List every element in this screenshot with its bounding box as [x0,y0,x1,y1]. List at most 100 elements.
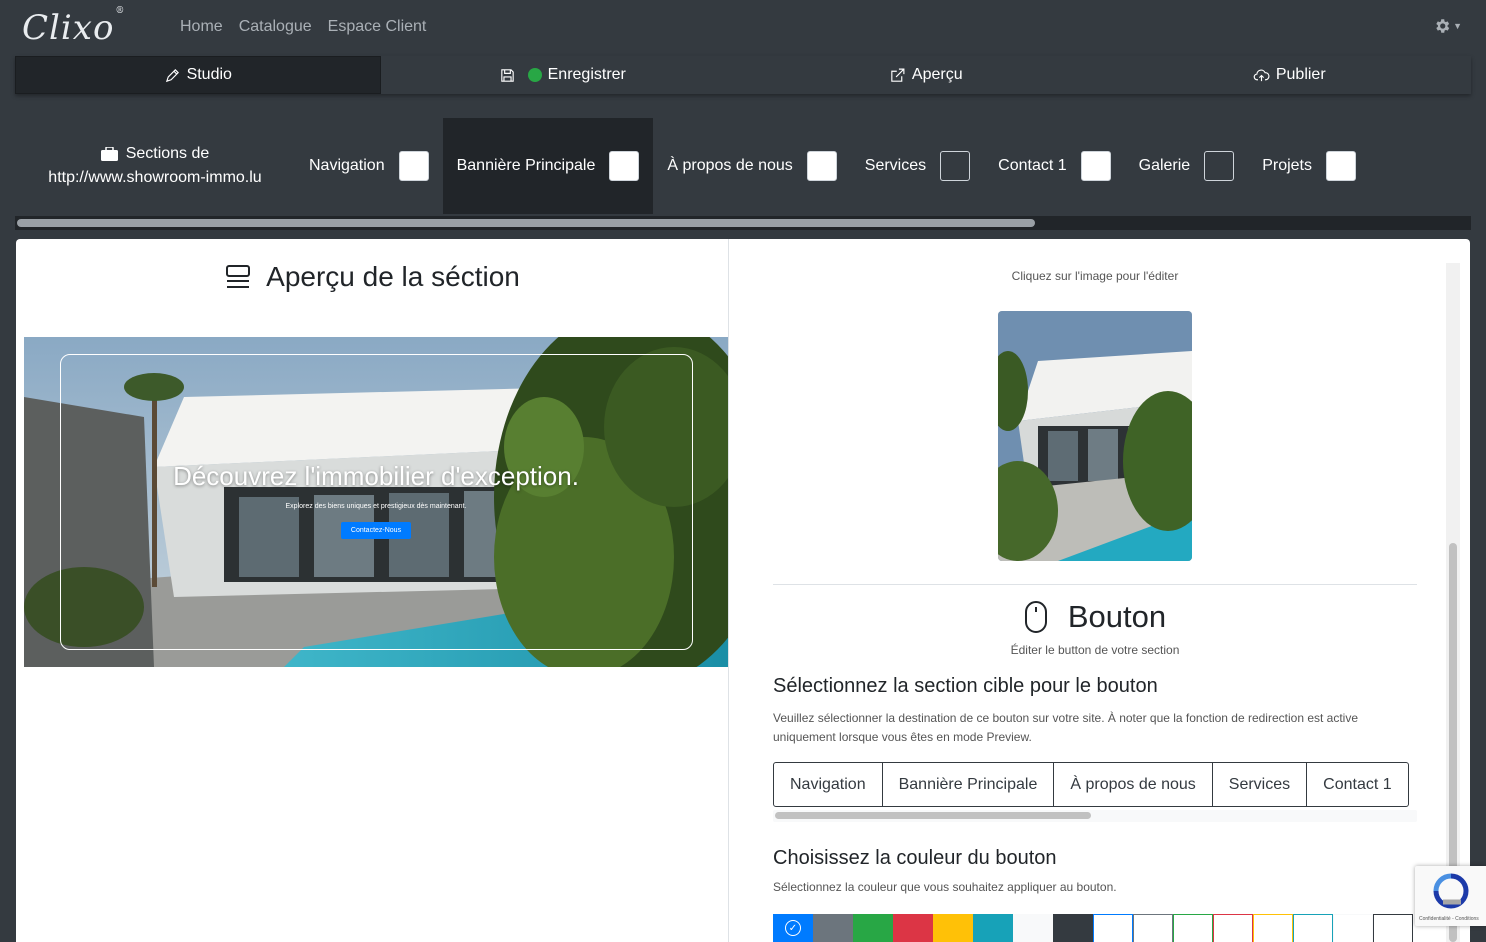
section-tab-label: À propos de nous [667,157,793,174]
target-option-navigation[interactable]: Navigation [774,763,883,806]
chevron-down-icon: ▼ [1453,21,1462,31]
section-checkbox[interactable] [1080,151,1111,181]
color-swatch[interactable]: ✓ [773,914,813,942]
main-nav: Home Catalogue Espace Client [180,18,426,36]
section-tab-label: Projets [1262,157,1312,174]
color-swatch[interactable] [1013,914,1053,942]
color-swatch[interactable] [813,914,853,942]
gear-icon [1436,19,1450,33]
banner-title: Découvrez l'immobilier d'exception. [173,461,579,491]
target-heading: Sélectionnez la section cible pour le bo… [773,675,1158,697]
external-link-icon [891,68,905,82]
preview-heading-label: Aperçu de la séction [266,261,520,292]
outline-color-swatch[interactable] [1133,914,1173,942]
color-swatch[interactable] [973,914,1013,942]
nav-link-catalogue[interactable]: Catalogue [239,18,312,36]
outline-color-swatch[interactable] [1293,914,1333,942]
pencil-icon [165,68,179,82]
section-tab-label: Bannière Principale [456,157,596,174]
banner-frame [60,354,693,650]
recaptcha-badge[interactable]: Confidentialité - Conditions [1415,866,1486,926]
section-checkbox[interactable] [1326,151,1356,181]
nav-link-home[interactable]: Home [180,18,223,36]
color-heading: Choisissez la couleur du bouton [773,847,1057,869]
main-panel: Aperçu de la séction Découvrez l'immobil… [16,239,1470,942]
target-option-banniere[interactable]: Bannière Principale [883,763,1055,806]
editor-separator [773,584,1417,585]
studio-label: Studio [186,66,232,83]
color-description: Sélectionnez la couleur que vous souhait… [773,880,1117,894]
save-label: Enregistrer [547,66,626,83]
section-checkbox[interactable] [1204,151,1235,181]
selected-check-icon: ✓ [785,920,801,936]
target-option-a-propos[interactable]: À propos de nous [1054,763,1213,806]
target-group-scrollbar[interactable] [773,810,1417,822]
section-tab-label: Navigation [309,157,385,174]
preview-button[interactable]: Aperçu [744,56,1108,94]
section-tab-contact-1[interactable]: Contact 1 [984,118,1124,214]
target-option-services[interactable]: Services [1213,763,1308,806]
panel-divider [728,239,729,942]
outline-color-swatch[interactable] [1173,914,1213,942]
target-description: Veuillez sélectionner la destination de … [773,711,1359,744]
scrollbar-thumb[interactable] [775,812,1091,819]
color-swatch[interactable] [933,914,973,942]
color-swatch[interactable] [1053,914,1093,942]
recaptcha-icon [1433,873,1469,909]
image-caption: Cliquez sur l'image pour l'éditer [1011,269,1179,283]
sections-scrollbar[interactable] [15,216,1471,230]
save-button[interactable]: Enregistrer [381,56,745,94]
button-heading: Bouton [773,599,1417,635]
publish-button[interactable]: Publier [1108,56,1472,94]
studio-toolbar: Studio Enregistrer Aperçu Publier [15,56,1471,94]
cloud-upload-icon [1253,69,1270,81]
outline-color-swatch[interactable] [1213,914,1253,942]
banner-subtitle: Explorez des biens uniques et prestigieu… [285,503,467,510]
section-tab-label: Contact 1 [998,157,1067,174]
section-tab-services[interactable]: Services [851,118,984,214]
mouse-icon [1024,601,1047,633]
section-checkbox[interactable] [398,151,429,181]
section-checkbox[interactable] [940,151,971,181]
section-tab-a-propos[interactable]: À propos de nous [653,118,850,214]
target-section-group: Navigation Bannière Principale À propos … [773,762,1409,807]
outline-color-swatch[interactable] [1333,914,1373,942]
target-option-contact-1[interactable]: Contact 1 [1307,763,1407,806]
outline-color-swatch[interactable] [1373,914,1413,942]
section-checkbox[interactable] [806,151,837,181]
floppy-disk-icon [500,68,514,82]
section-tab-projets[interactable]: Projets [1248,118,1370,214]
studio-button[interactable]: Studio [15,56,381,94]
outline-color-swatch[interactable] [1253,914,1293,942]
sections-strip: Sections de http://www.showroom-immo.lu … [15,118,1471,214]
section-tab-banniere-principale[interactable]: Bannière Principale [442,118,654,214]
color-swatches: ✓ [773,914,1413,942]
scrollbar-thumb[interactable] [17,219,1035,227]
color-swatch[interactable] [893,914,933,942]
publish-label: Publier [1275,66,1326,83]
section-tab-navigation[interactable]: Navigation [295,118,443,214]
house-thumbnail-image [998,311,1192,561]
editor-scrollbar[interactable] [1446,263,1460,942]
editable-image[interactable] [998,311,1192,561]
preview-label: Aperçu [911,66,963,83]
settings-dropdown[interactable]: ▼ [1433,17,1462,35]
nav-link-espace-client[interactable]: Espace Client [328,18,427,36]
sections-title: Sections de http://www.showroom-immo.lu [15,142,295,190]
preview-heading: Aperçu de la séction [16,261,728,293]
briefcase-icon [100,147,118,161]
outline-color-swatch[interactable] [1093,914,1133,942]
banner-cta-button[interactable]: Contactez-Nous [341,522,411,539]
button-caption: Éditer le button de votre section [1010,643,1180,657]
clixo-logo[interactable]: Clixo® [22,6,124,48]
sections-title-label: Sections de [125,145,210,162]
status-dot-icon [527,68,542,82]
section-editor: Cliquez sur l'image pour l'éditer Bouton [773,239,1417,942]
section-checkbox[interactable] [609,151,640,181]
banner-preview[interactable]: Découvrez l'immobilier d'exception. Expl… [24,337,728,667]
section-tab-galerie[interactable]: Galerie [1125,118,1249,214]
color-swatch[interactable] [853,914,893,942]
top-navbar: Clixo® Home Catalogue Espace Client ▼ [0,0,1486,56]
button-heading-label: Bouton [1067,599,1167,634]
recaptcha-links[interactable]: Confidentialité - Conditions [1419,916,1479,922]
